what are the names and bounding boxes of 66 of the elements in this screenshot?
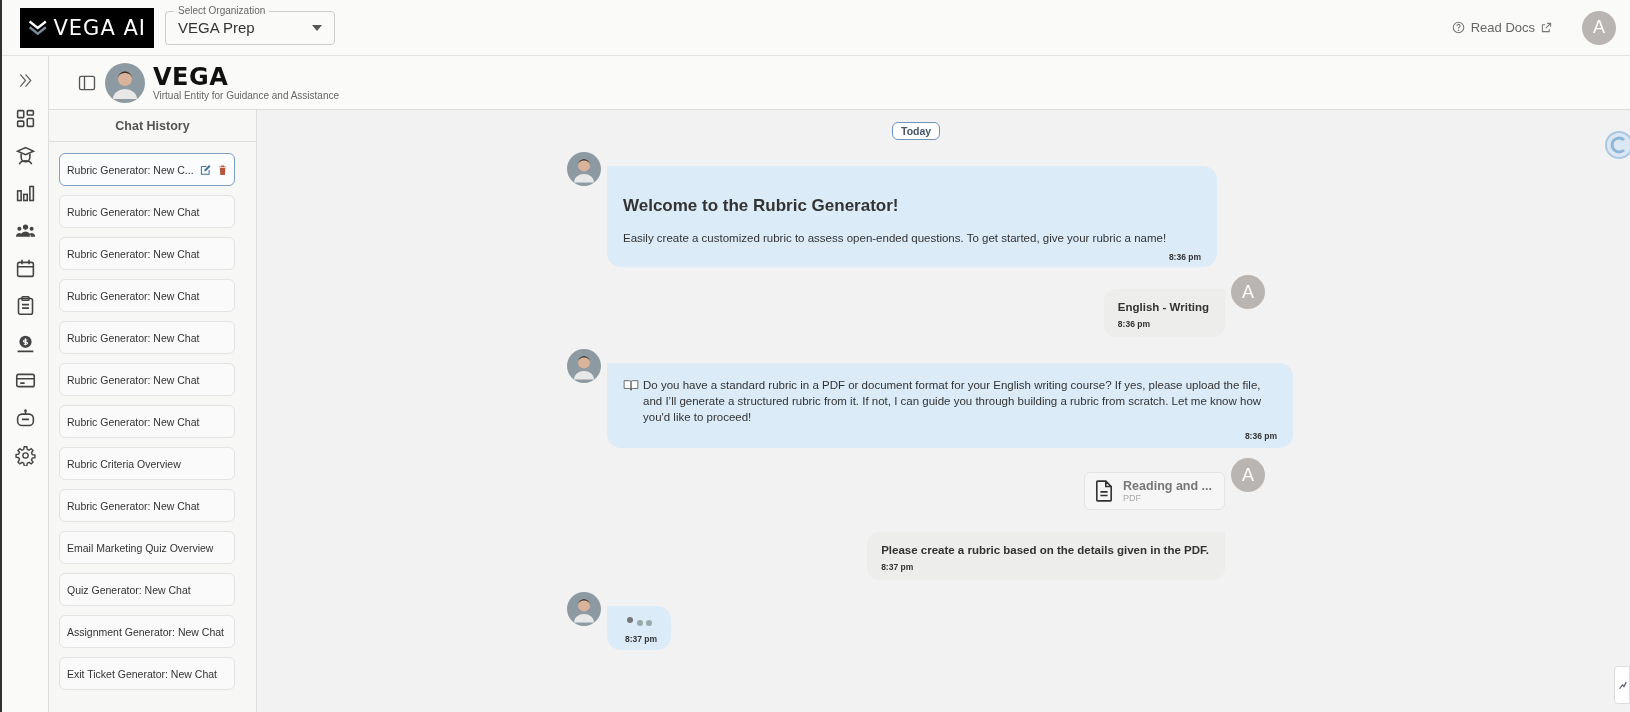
message-text: English - Writing <box>1117 301 1209 313</box>
chat-title: Rubric Generator: New Chat <box>67 205 201 218</box>
chat-history-item[interactable]: Rubric Generator: New Chat <box>59 279 235 312</box>
message-time: 8:37 pm <box>881 562 914 572</box>
assistant-avatar <box>567 152 601 186</box>
assistant-avatar <box>105 62 145 103</box>
chat-history-item[interactable]: Rubric Generator: New Chat <box>59 489 235 522</box>
message-time: 8:36 pm <box>1117 319 1150 329</box>
user-avatar: A <box>1231 458 1265 492</box>
chat-history-item[interactable]: Rubric Generator: New Chat <box>59 405 235 438</box>
file-type: PDF <box>1123 493 1143 503</box>
assistant-avatar <box>567 592 601 626</box>
chat-history-item[interactable]: Rubric Generator: New Chat <box>59 195 235 228</box>
chat-title: Email Marketing Quiz Overview <box>67 541 215 554</box>
chat-title: Rubric Generator: New Chat <box>67 289 201 302</box>
typing-indicator-icon <box>625 616 655 628</box>
message-time: 8:37 pm <box>625 634 658 644</box>
edit-icon[interactable] <box>199 163 211 176</box>
message-text: Please create a rubric based on the details given in the PDF. <box>881 544 1209 556</box>
chat-history-title: Chat History <box>49 110 256 142</box>
assistant-name: VEGA <box>153 64 230 90</box>
chat-history-item[interactable]: Rubric Generator: New C... <box>59 153 235 186</box>
logo[interactable]: VEGA AI <box>20 7 154 48</box>
user-avatar: A <box>1231 275 1265 309</box>
date-label: Today <box>892 122 941 140</box>
read-docs-link[interactable]: Read Docs <box>1470 20 1535 35</box>
side-tab[interactable] <box>1614 666 1630 704</box>
chat-history-item[interactable]: Rubric Generator: New Chat <box>59 321 235 354</box>
chat-history-item[interactable]: Rubric Generator: New Chat <box>59 237 235 270</box>
assistant-avatar <box>567 349 601 383</box>
book-icon <box>623 379 639 391</box>
assistant-subtitle: Virtual Entity for Guidance and Assistance <box>153 90 340 101</box>
chat-history-item[interactable]: Email Marketing Quiz Overview <box>59 531 235 564</box>
message-text: Do you have a standard rubric in a PDF or document format for your English writing course? If yes, please upload the file, and I’ll generate a structured rubric from it. If not, I can guide you through building a rubric from scratch. Let me know how you'd like to proceed! <box>643 378 1263 425</box>
help-icon <box>1451 21 1465 34</box>
chat-title: Rubric Generator: New C... <box>67 163 194 176</box>
external-link-icon <box>1541 22 1552 33</box>
file-attachment[interactable]: Reading and ... PDF <box>1084 472 1225 510</box>
message-text: Easily create a customized rubric to assess open-ended questions. To get started, give your rubric a name! <box>623 231 1167 246</box>
file-name: Reading and ... <box>1123 479 1212 493</box>
chat-history-item[interactable]: Assignment Generator: New Chat <box>59 615 235 648</box>
dashboard-icon[interactable] <box>14 107 36 129</box>
message-time: 8:36 pm <box>1168 252 1201 262</box>
chat-title: Rubric Generator: New Chat <box>67 373 201 386</box>
chat-title: Rubric Generator: New Chat <box>67 415 201 428</box>
chat-title: Quiz Generator: New Chat <box>67 583 192 596</box>
message-time: 8:36 pm <box>1244 431 1277 441</box>
chat-history-item[interactable]: Exit Ticket Generator: New Chat <box>59 657 235 690</box>
settings-icon[interactable] <box>14 445 36 466</box>
loading-icon <box>1604 130 1630 160</box>
chat-history-item[interactable]: Quiz Generator: New Chat <box>59 573 235 606</box>
chat-title: Rubric Generator: New Chat <box>67 247 201 260</box>
chat-title: Exit Ticket Generator: New Chat <box>67 667 218 680</box>
chat-history-item[interactable]: Rubric Criteria Overview <box>59 447 235 480</box>
message-title: Welcome to the Rubric Generator! <box>623 196 900 216</box>
robot-icon[interactable] <box>14 407 36 429</box>
document-icon <box>1095 480 1114 502</box>
caret-icon <box>312 24 322 31</box>
chat-title: Assignment Generator: New Chat <box>67 625 225 638</box>
graduate-icon[interactable] <box>14 145 36 166</box>
chat-title: Rubric Generator: New Chat <box>67 499 201 512</box>
chat-title: Rubric Criteria Overview <box>67 457 182 470</box>
calendar-icon[interactable] <box>14 257 36 279</box>
chat-title: Rubric Generator: New Chat <box>67 331 201 344</box>
chat-history-item[interactable]: Rubric Generator: New Chat <box>59 363 235 396</box>
logo-text: VEGA AI <box>53 15 146 40</box>
